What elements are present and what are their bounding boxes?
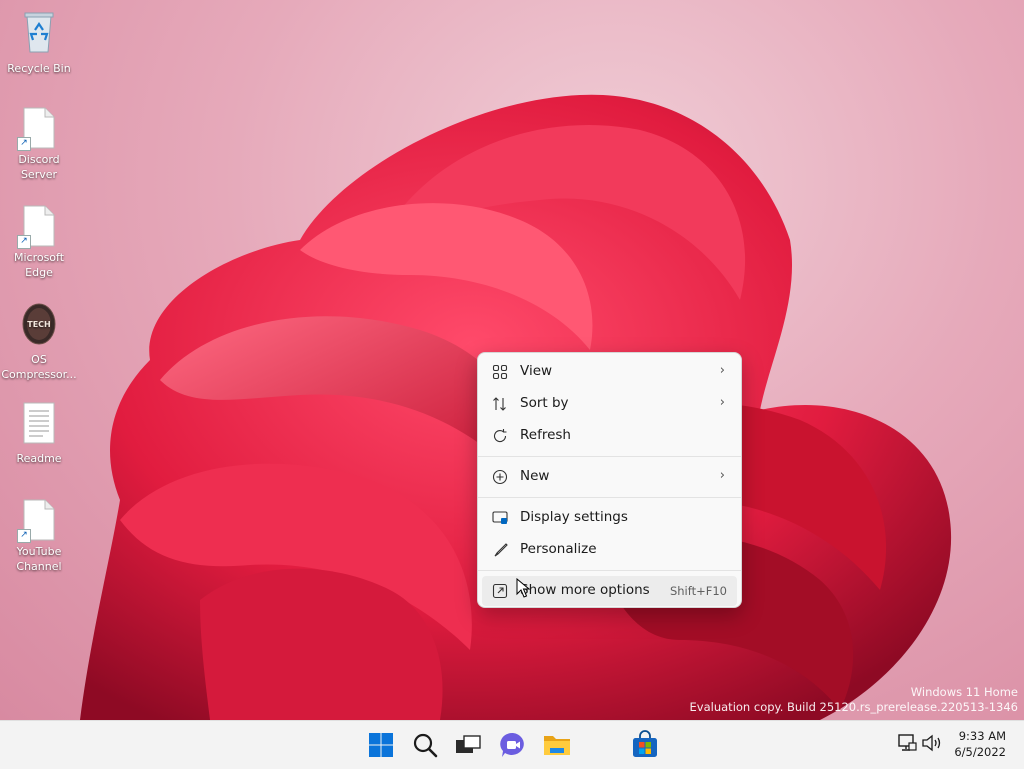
file-explorer-button[interactable] [542, 730, 572, 760]
mouse-cursor-icon [516, 578, 530, 598]
brush-icon [494, 543, 508, 557]
evaluation-watermark: Windows 11 Home Evaluation copy. Build 2… [690, 685, 1018, 715]
search-button[interactable] [410, 730, 440, 760]
text-document-icon [23, 402, 55, 444]
clock-date: 6/5/2022 [954, 745, 1006, 759]
menu-separator [478, 497, 741, 498]
desktop-icon-label: Recycle Bin [7, 62, 71, 75]
start-icon [369, 733, 393, 757]
menu-item-view[interactable]: View › [482, 357, 737, 387]
system-clock[interactable]: 9:33 AM 6/5/2022 [954, 728, 1006, 760]
shortcut-file-icon: ↗ [17, 205, 55, 249]
network-status-button[interactable] [897, 733, 917, 757]
desktop-icon-readme[interactable]: Readme [1, 402, 77, 466]
microsoft-store-icon [633, 730, 657, 757]
network-icon [898, 734, 917, 751]
os-compressor-icon: TECH [22, 303, 56, 345]
shortcut-file-icon: ↗ [17, 107, 55, 151]
menu-item-label: Refresh [520, 427, 571, 443]
display-icon [492, 511, 508, 524]
desktop-icon-label: OS Compressor... [1, 353, 77, 381]
desktop-icon-label: YouTube Channel [16, 545, 62, 573]
menu-separator [478, 456, 741, 457]
menu-item-label: Personalize [520, 541, 597, 557]
chat-icon [500, 732, 524, 757]
desktop[interactable]: Recycle Bin ↗ Discord Server ↗ Microsoft… [0, 0, 1024, 720]
chat-button[interactable] [498, 730, 528, 760]
desktop-icon-youtube-channel[interactable]: ↗ YouTube Channel [1, 499, 77, 574]
menu-item-new[interactable]: New › [482, 462, 737, 492]
menu-item-label: View [520, 363, 553, 379]
menu-item-refresh[interactable]: Refresh [482, 421, 737, 451]
watermark-build: Evaluation copy. Build 25120.rs_prerelea… [689, 700, 1018, 714]
recycle-bin-icon [24, 12, 54, 53]
menu-item-shortcut: Shift+F10 [669, 584, 727, 598]
sort-icon [493, 397, 506, 411]
desktop-icon-label: Microsoft Edge [13, 251, 65, 279]
menu-item-sort-by[interactable]: Sort by › [482, 389, 737, 419]
view-grid-icon [492, 364, 508, 380]
search-icon [413, 733, 438, 758]
menu-item-personalize[interactable]: Personalize [482, 535, 737, 565]
desktop-icon-microsoft-edge[interactable]: ↗ Microsoft Edge [1, 205, 77, 280]
chevron-right-icon: › [719, 395, 725, 410]
shortcut-arrow-icon: ↗ [17, 235, 31, 249]
menu-separator [478, 570, 741, 571]
menu-item-display-settings[interactable]: Display settings [482, 503, 737, 533]
new-plus-icon [492, 469, 508, 485]
refresh-icon [493, 429, 507, 443]
menu-item-label: New [520, 468, 550, 484]
file-explorer-icon [544, 736, 570, 755]
volume-icon [922, 734, 941, 752]
chevron-right-icon: › [719, 468, 725, 483]
clock-time: 9:33 AM [958, 729, 1006, 743]
task-view-button[interactable] [453, 730, 483, 760]
volume-button[interactable] [921, 733, 943, 757]
desktop-context-menu: View › Sort by › Refresh New › Display s… [477, 352, 742, 608]
svg-text:TECH: TECH [27, 320, 51, 329]
task-view-icon [456, 735, 481, 753]
menu-item-label: Sort by [520, 395, 569, 411]
shortcut-arrow-icon: ↗ [17, 529, 31, 543]
taskbar: 9:33 AM 6/5/2022 [0, 720, 1024, 769]
more-options-icon [492, 583, 508, 599]
chevron-right-icon: › [719, 363, 725, 378]
desktop-icon-recycle-bin[interactable]: Recycle Bin [1, 10, 77, 76]
desktop-icon-label: Readme [16, 452, 62, 465]
desktop-icon-label: Discord Server [18, 153, 60, 181]
microsoft-store-button[interactable] [630, 730, 660, 760]
menu-item-label: Display settings [520, 509, 628, 525]
start-button[interactable] [366, 730, 396, 760]
desktop-icon-os-compressor[interactable]: TECH OS Compressor... [1, 303, 77, 382]
shortcut-arrow-icon: ↗ [17, 137, 31, 151]
watermark-edition: Windows 11 Home [910, 685, 1018, 699]
menu-item-label: Show more options [520, 582, 650, 598]
desktop-icon-discord-server[interactable]: ↗ Discord Server [1, 107, 77, 182]
shortcut-file-icon: ↗ [17, 499, 55, 543]
